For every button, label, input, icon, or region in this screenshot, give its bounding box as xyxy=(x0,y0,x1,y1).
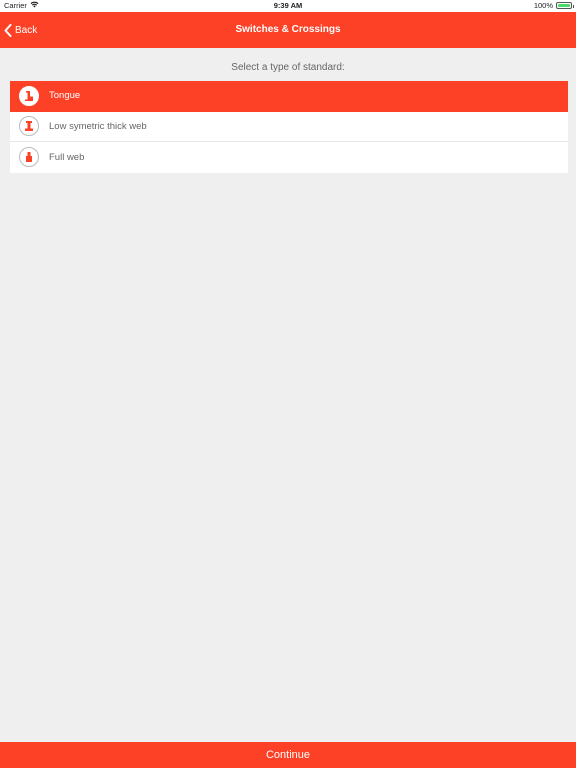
option-label: Low symetric thick web xyxy=(49,120,147,132)
status-time: 9:39 AM xyxy=(273,1,303,10)
full-web-rail-icon xyxy=(19,147,39,168)
status-bar: Carrier 9:39 AM 100% xyxy=(0,0,576,12)
option-label: Full web xyxy=(49,151,85,163)
tongue-rail-icon xyxy=(19,85,39,106)
status-right: 100% xyxy=(533,1,574,10)
page-title: Switches & Crossings xyxy=(235,24,341,35)
standard-type-prompt: Select a type of standard: xyxy=(231,62,345,73)
thick-web-rail-icon xyxy=(19,116,39,137)
option-low-symetric-thick-web[interactable]: Low symetric thick web xyxy=(10,112,568,142)
standard-type-list: Tongue Low symetric thick web Full web xyxy=(10,81,568,173)
battery-percent: 100% xyxy=(533,1,553,10)
option-label: Tongue xyxy=(49,90,81,102)
option-tongue[interactable]: Tongue xyxy=(10,81,568,112)
battery-icon xyxy=(556,2,574,9)
option-full-web[interactable]: Full web xyxy=(10,142,568,173)
continue-button[interactable]: Continue xyxy=(0,742,576,768)
navigation-bar: Back Switches & Crossings xyxy=(0,12,576,48)
